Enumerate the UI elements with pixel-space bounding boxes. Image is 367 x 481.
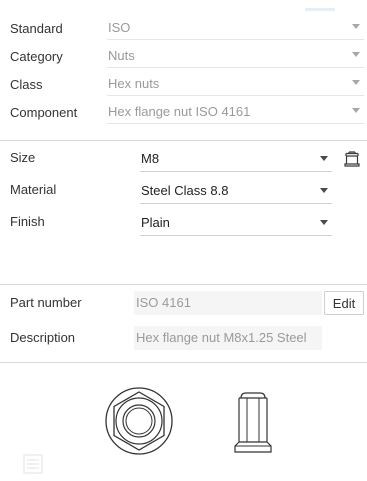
chevron-down-icon xyxy=(320,156,328,161)
size-dropdown[interactable]: M8 xyxy=(140,146,332,172)
category-label: Category xyxy=(10,48,63,64)
section-divider xyxy=(0,284,367,285)
chevron-down-icon xyxy=(352,80,360,85)
component-label: Component xyxy=(10,104,78,120)
hex-flange-nut-front-view xyxy=(105,387,173,455)
finish-row: Finish Plain xyxy=(10,210,365,236)
chevron-down-icon xyxy=(320,220,328,225)
chevron-down-icon xyxy=(352,52,360,57)
size-row: Size M8 xyxy=(10,146,365,172)
size-label: Size xyxy=(10,150,36,165)
hex-nut-side-icon[interactable] xyxy=(343,150,361,168)
part-number-label: Part number xyxy=(10,295,82,310)
category-dropdown[interactable]: Nuts xyxy=(107,44,364,68)
edit-button[interactable]: Edit xyxy=(324,291,364,315)
top-accent-bar xyxy=(305,8,335,11)
material-row: Material Steel Class 8.8 xyxy=(10,178,365,204)
list-icon xyxy=(23,454,43,474)
standard-value: ISO xyxy=(108,20,131,35)
section-divider xyxy=(0,140,367,141)
chevron-down-icon xyxy=(352,24,360,29)
finish-value: Plain xyxy=(141,215,170,230)
class-dropdown[interactable]: Hex nuts xyxy=(107,72,364,96)
class-value: Hex nuts xyxy=(108,76,160,91)
finish-dropdown[interactable]: Plain xyxy=(140,210,332,236)
description-field: Hex flange nut M8x1.25 Steel xyxy=(134,326,322,350)
description-label: Description xyxy=(10,330,76,345)
hex-flange-nut-side-view xyxy=(234,392,272,453)
chevron-down-icon xyxy=(352,108,360,113)
part-number-field: ISO 4161 xyxy=(134,291,322,315)
material-value: Steel Class 8.8 xyxy=(141,183,229,198)
material-label: Material xyxy=(10,182,57,197)
part-preview xyxy=(0,363,367,481)
standard-dropdown[interactable]: ISO xyxy=(107,16,364,40)
fastener-properties-panel: Standard ISO Category Nuts Class Hex nut… xyxy=(0,0,367,481)
standard-label: Standard xyxy=(10,20,63,36)
class-label: Class xyxy=(10,76,43,92)
component-dropdown[interactable]: Hex flange nut ISO 4161 xyxy=(107,100,364,124)
component-value: Hex flange nut ISO 4161 xyxy=(108,104,251,119)
size-value: M8 xyxy=(141,151,160,166)
description-row: Description Hex flange nut M8x1.25 Steel xyxy=(10,326,365,350)
finish-label: Finish xyxy=(10,214,45,229)
material-dropdown[interactable]: Steel Class 8.8 xyxy=(140,178,332,204)
category-value: Nuts xyxy=(108,48,135,63)
chevron-down-icon xyxy=(320,188,328,193)
part-number-row: Part number ISO 4161 Edit xyxy=(10,291,365,315)
